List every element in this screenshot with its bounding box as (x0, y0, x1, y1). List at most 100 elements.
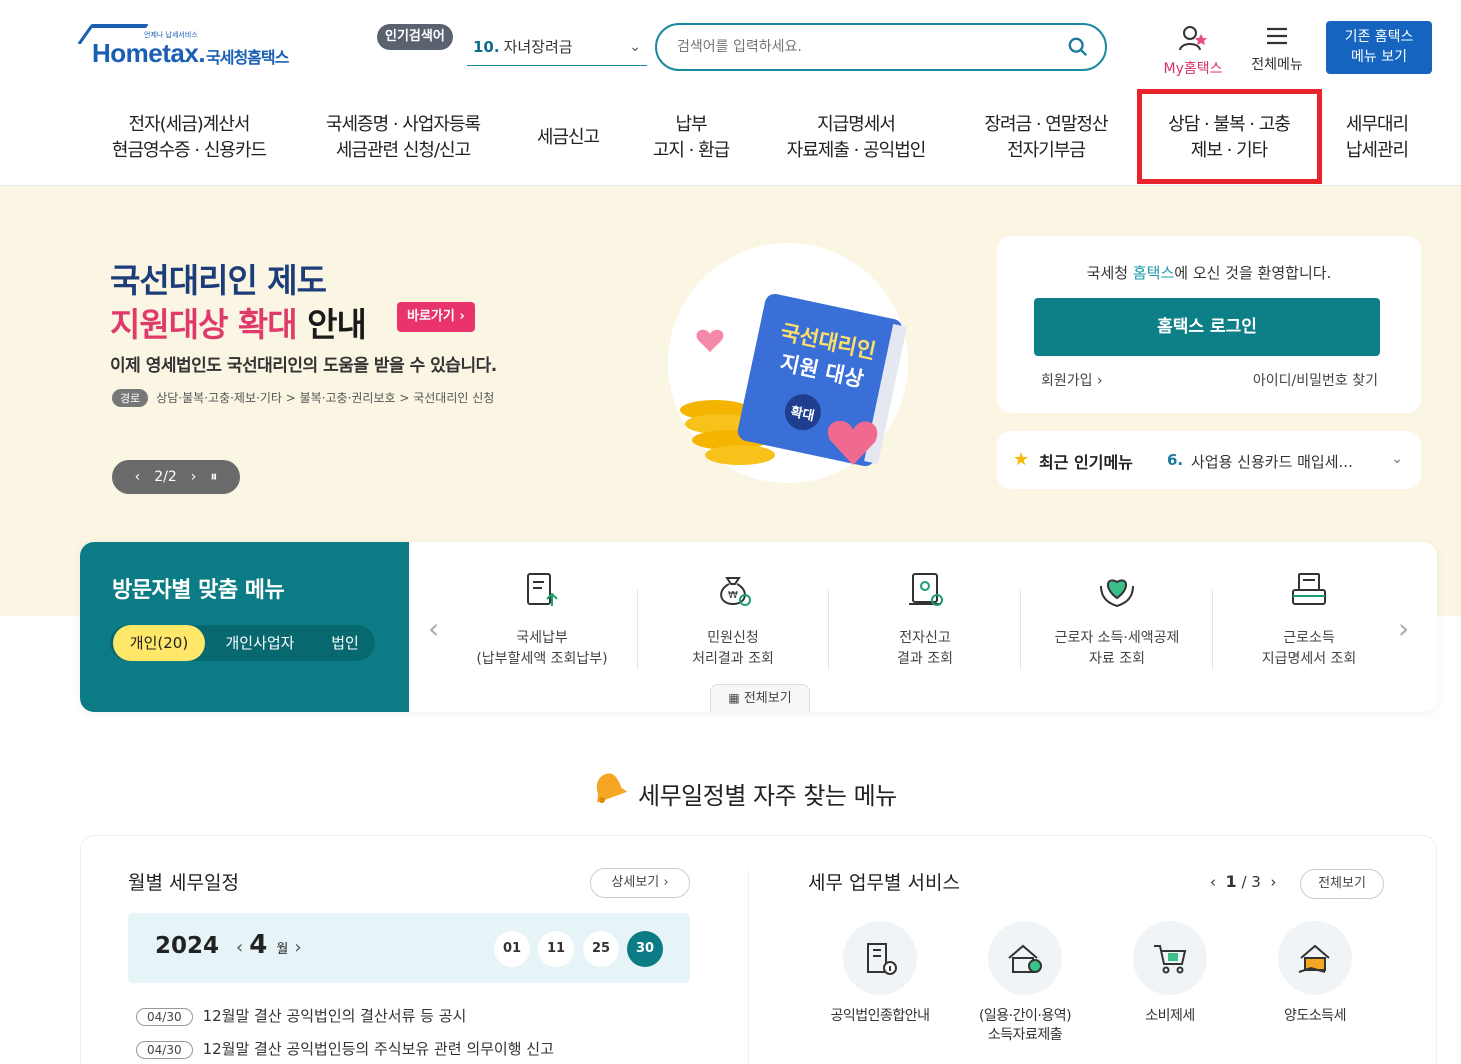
service-label: 양도소득세 (1284, 1008, 1346, 1024)
visitor-item-label: 처리결과 조회 (692, 651, 774, 667)
visitor-item-civil-request[interactable]: ₩ 민원신청 처리결과 조회 (638, 570, 828, 670)
popular-search-select[interactable]: 10. 자녀장려금 ⌄ (467, 30, 647, 66)
calendar-day-selected[interactable]: 30 (627, 931, 663, 967)
visitor-item-label: 자료 조회 (1089, 651, 1145, 667)
nav-certificate[interactable]: 국세증명 · 사업자등록세금관련 신청/신고 (308, 108, 498, 168)
chevron-left-icon[interactable]: ‹ (135, 460, 141, 494)
chevron-right-icon[interactable]: › (1270, 873, 1276, 891)
grid-icon: ▦ (728, 691, 740, 705)
old-menu-label-1: 기존 홈택스 (1344, 29, 1414, 45)
schedule-item[interactable]: 04/30 12월말 결산 공익법인등의 주식보유 관련 의무이행 신고 (136, 1038, 554, 1059)
separator (1020, 590, 1021, 670)
banner-book-illustration: 국선대리인 지원 대상 확대 (680, 293, 907, 467)
chevron-down-icon[interactable]: ⌄ (1391, 451, 1403, 467)
recent-label: 최근 인기메뉴 (1039, 453, 1133, 472)
path-tag: 경로 (112, 389, 149, 407)
my-hometax-button[interactable]: My홈택스 (1155, 24, 1231, 78)
logo-text: Hometax. (92, 38, 206, 68)
schedule-date: 04/30 (136, 1041, 193, 1059)
chevron-right-icon[interactable]: › (191, 460, 197, 494)
visitor-all-view-button[interactable]: ▦ 전체보기 (710, 684, 810, 712)
house-coin-icon (988, 921, 1062, 995)
pager-count: 2/2 (154, 469, 177, 485)
schedule-text: 12월말 결산 공익법인등의 주식보유 관련 의무이행 신고 (202, 1040, 554, 1058)
money-bag-icon: ₩ (720, 577, 751, 606)
visitor-tabs: 개인(20) 개인사업자 법인 (110, 625, 375, 661)
monthly-detail-button[interactable]: 상세보기 › (590, 868, 690, 898)
service-label: 공익법인종합안내 (830, 1008, 930, 1024)
recent-text: 사업용 신용카드 매입세... (1191, 453, 1353, 471)
visitor-item-label: 전자신고 (899, 630, 951, 646)
hamburger-menu-icon (1267, 27, 1287, 45)
document-upload-icon (527, 573, 558, 606)
service-capital-gains[interactable]: 양도소득세 (1245, 921, 1385, 1026)
visitor-item-label: 민원신청 (707, 630, 759, 646)
search-box[interactable] (655, 23, 1107, 71)
hometax-logo[interactable]: 언제나 납세서비스 Hometax. 국세청홈택스 (76, 22, 312, 72)
service-consumption-tax[interactable]: 소비제세 (1100, 921, 1240, 1026)
calendar-day[interactable]: 11 (538, 931, 574, 967)
nav-tax-agent[interactable]: 세무대리 납세관리 (1334, 108, 1420, 168)
banner-goto-button[interactable]: 바로가기 › (397, 302, 475, 332)
nav-label: 전자기부금 (1007, 140, 1086, 161)
old-menu-button[interactable]: 기존 홈택스 메뉴 보기 (1326, 21, 1432, 74)
visitor-item-label: 결과 조회 (897, 651, 953, 667)
search-input[interactable] (677, 35, 1057, 59)
banner-title-2: 지원대상 확대 안내 (110, 305, 367, 344)
monthly-schedule-title: 월별 세무일정 (128, 872, 239, 894)
house-hand-icon (1278, 921, 1352, 995)
section-title: 세무일정별 자주 찾는 메뉴 (638, 782, 897, 810)
schedule-date: 04/30 (136, 1008, 193, 1026)
svg-text:₩: ₩ (728, 590, 738, 601)
recent-popular-menu[interactable]: ★ 최근 인기메뉴 6. 사업용 신용카드 매입세... ⌄ (997, 431, 1421, 489)
calendar-day[interactable]: 01 (494, 931, 530, 967)
banner-description: 이제 영세법인도 국선대리인의 도움을 받을 수 있습니다. (110, 356, 497, 376)
recent-rank: 6. (1167, 451, 1184, 469)
chevron-right-icon[interactable]: › (294, 937, 301, 958)
join-link[interactable]: 회원가입 › (1041, 370, 1103, 390)
visitor-item-label: 근로소득 (1283, 630, 1335, 646)
nav-payment-statement[interactable]: 지급명세서 자료제출 · 공익법인 (772, 108, 940, 168)
nav-label: 국세증명 · 사업자등록 (325, 114, 481, 135)
chevron-left-icon[interactable]: ‹ (428, 612, 439, 645)
chevron-left-icon[interactable]: ‹ (236, 937, 243, 958)
schedule-text: 12월말 결산 공익법인의 결산서류 등 공시 (202, 1007, 467, 1025)
banner-path: 경로 상담·불복·고충·제보·기타 > 불복·고충·권리보호 > 국선대리인 신청 (112, 389, 494, 407)
find-id-password-link[interactable]: 아이디/비밀번호 찾기 (1253, 370, 1378, 390)
schedule-item[interactable]: 04/30 12월말 결산 공익법인의 결산서류 등 공시 (136, 1005, 466, 1026)
nav-label: 자료제출 · 공익법인 (786, 140, 927, 161)
welcome-text: 국세청 홈택스에 오신 것을 환영합니다. (1086, 264, 1332, 282)
service-public-interest[interactable]: 공익법인종합안내 (810, 921, 950, 1026)
all-view-label: 전체보기 (743, 691, 792, 706)
login-button[interactable]: 홈택스 로그인 (1034, 298, 1380, 356)
banner-pager[interactable]: ‹ 2/2 › ⏸ (112, 460, 240, 494)
login-box: 국세청 홈택스에 오신 것을 환영합니다. 홈택스 로그인 회원가입 › 아이디… (997, 236, 1421, 413)
nav-label: 장려금 · 연말정산 (984, 114, 1108, 135)
nav-payment[interactable]: 납부 고지 · 환급 (640, 108, 742, 168)
visitor-item-deduction[interactable]: 근로자 소득·세액공제 자료 조회 (1022, 570, 1212, 670)
tab-individual-business[interactable]: 개인사업자 (210, 625, 310, 661)
nav-e-invoice[interactable]: 전자(세금)계산서 현금영수증 · 신용카드 (96, 108, 282, 168)
shopping-cart-icon (1133, 921, 1207, 995)
nav-label: 납세관리 (1345, 140, 1409, 161)
all-menu-label: 전체메뉴 (1251, 57, 1303, 73)
services-all-button[interactable]: 전체보기 (1300, 869, 1384, 899)
banner-title-1: 국선대리인 제도 (110, 261, 327, 300)
nav-tax-filing[interactable]: 세금신고 (520, 108, 616, 168)
nav-label: 전자(세금)계산서 (128, 114, 251, 135)
service-income-data[interactable]: (일용·간이·용역) 소득자료제출 (955, 921, 1095, 1045)
visitor-item-earned-income[interactable]: 근로소득 지급명세서 조회 (1214, 570, 1404, 670)
visitor-item-e-filing[interactable]: 전자신고 결과 조회 (830, 570, 1020, 670)
chevron-left-icon[interactable]: ‹ (1210, 873, 1216, 891)
popular-search-rank: 10. (473, 38, 500, 56)
tab-corporation[interactable]: 법인 (315, 625, 375, 661)
calendar-day[interactable]: 25 (583, 931, 619, 967)
visitor-item-tax-payment[interactable]: 국세납부 (납부할세액 조회납부) (447, 570, 637, 670)
popular-search-badge: 인기검색어 (377, 24, 453, 50)
tab-individual[interactable]: 개인(20) (113, 625, 205, 661)
all-menu-button[interactable]: 전체메뉴 (1244, 24, 1310, 74)
search-icon[interactable] (1067, 36, 1089, 58)
nav-incentive[interactable]: 장려금 · 연말정산전자기부금 (968, 108, 1124, 168)
nav-label: 세금관련 신청/신고 (335, 140, 471, 161)
pause-icon[interactable]: ⏸ (210, 460, 217, 494)
